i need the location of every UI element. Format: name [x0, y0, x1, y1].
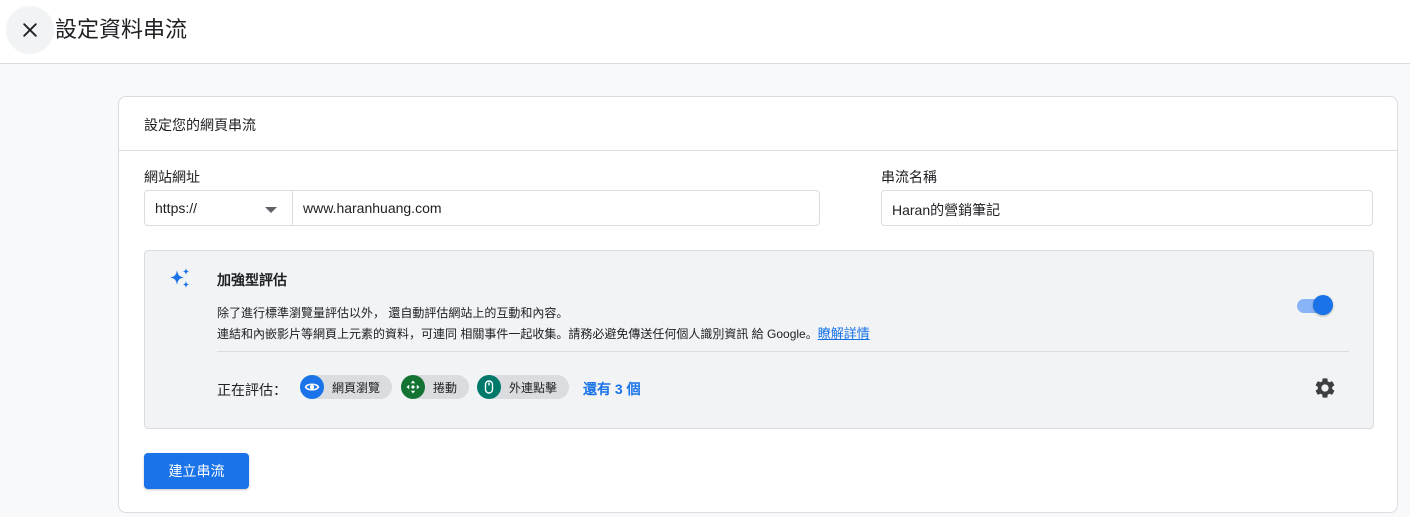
stream-name-label: 串流名稱 [881, 169, 937, 185]
web-stream-setup-card: 設定您的網頁串流 網站網址 https:// www.haranhuang.co… [118, 96, 1398, 513]
chip-outbound-clicks[interactable]: 外連點擊 [477, 375, 570, 399]
mouse-icon [477, 375, 501, 399]
protocol-value: https:// [155, 200, 198, 216]
gear-icon[interactable] [1313, 376, 1337, 400]
more-events-link[interactable]: 還有 3 個 [583, 379, 641, 399]
enhanced-measurement-note: 連結和內嵌影片等網頁上元素的資料，可連同 相關事件一起收集。請務必避免傳送任何個… [217, 323, 870, 342]
sparkle-icon [170, 268, 190, 288]
website-url-input[interactable]: www.haranhuang.com [293, 191, 819, 225]
close-button[interactable] [6, 6, 54, 54]
protocol-select[interactable]: https:// [145, 191, 293, 225]
eye-icon [300, 375, 324, 399]
enhanced-measurement-description: 除了進行標準瀏覽量評估以外， 還自動評估網站上的互動和內容。 [217, 306, 569, 320]
website-url-label: 網站網址 [144, 169, 200, 185]
card-header: 設定您的網頁串流 [119, 97, 1397, 151]
chip-label: 捲動 [433, 380, 458, 395]
create-stream-button[interactable]: 建立串流 [144, 453, 249, 489]
divider [217, 351, 1349, 352]
page-title: 設定資料串流 [55, 17, 188, 42]
move-icon [401, 375, 425, 399]
measuring-label: 正在評估： [217, 382, 287, 398]
chip-page-views[interactable]: 網頁瀏覽 [300, 375, 393, 399]
chevron-down-icon [265, 207, 277, 213]
close-icon [23, 23, 37, 37]
learn-more-link[interactable]: 瞭解詳情 [818, 326, 870, 341]
enhanced-measurement-title: 加強型評估 [217, 272, 287, 288]
stream-name-input[interactable]: Haran的營銷筆記 [881, 190, 1373, 226]
website-url-group: https:// www.haranhuang.com [144, 190, 820, 226]
chip-label: 網頁瀏覽 [332, 380, 381, 395]
website-url-value: www.haranhuang.com [303, 200, 442, 216]
toggle-knob [1313, 295, 1333, 315]
enhanced-measurement-panel: 加強型評估 除了進行標準瀏覽量評估以外， 還自動評估網站上的互動和內容。 連結和… [144, 250, 1374, 429]
card-title: 設定您的網頁串流 [144, 117, 256, 133]
enhanced-measurement-note-text: 連結和內嵌影片等網頁上元素的資料，可連同 相關事件一起收集。請務必避免傳送任何個… [217, 327, 818, 341]
top-bar: 設定資料串流 [0, 0, 1410, 64]
chip-scrolls[interactable]: 捲動 [401, 375, 470, 399]
chip-label: 外連點擊 [509, 380, 558, 395]
stream-name-value: Haran的營銷筆記 [892, 202, 1001, 218]
enhanced-measurement-toggle[interactable] [1295, 293, 1335, 315]
